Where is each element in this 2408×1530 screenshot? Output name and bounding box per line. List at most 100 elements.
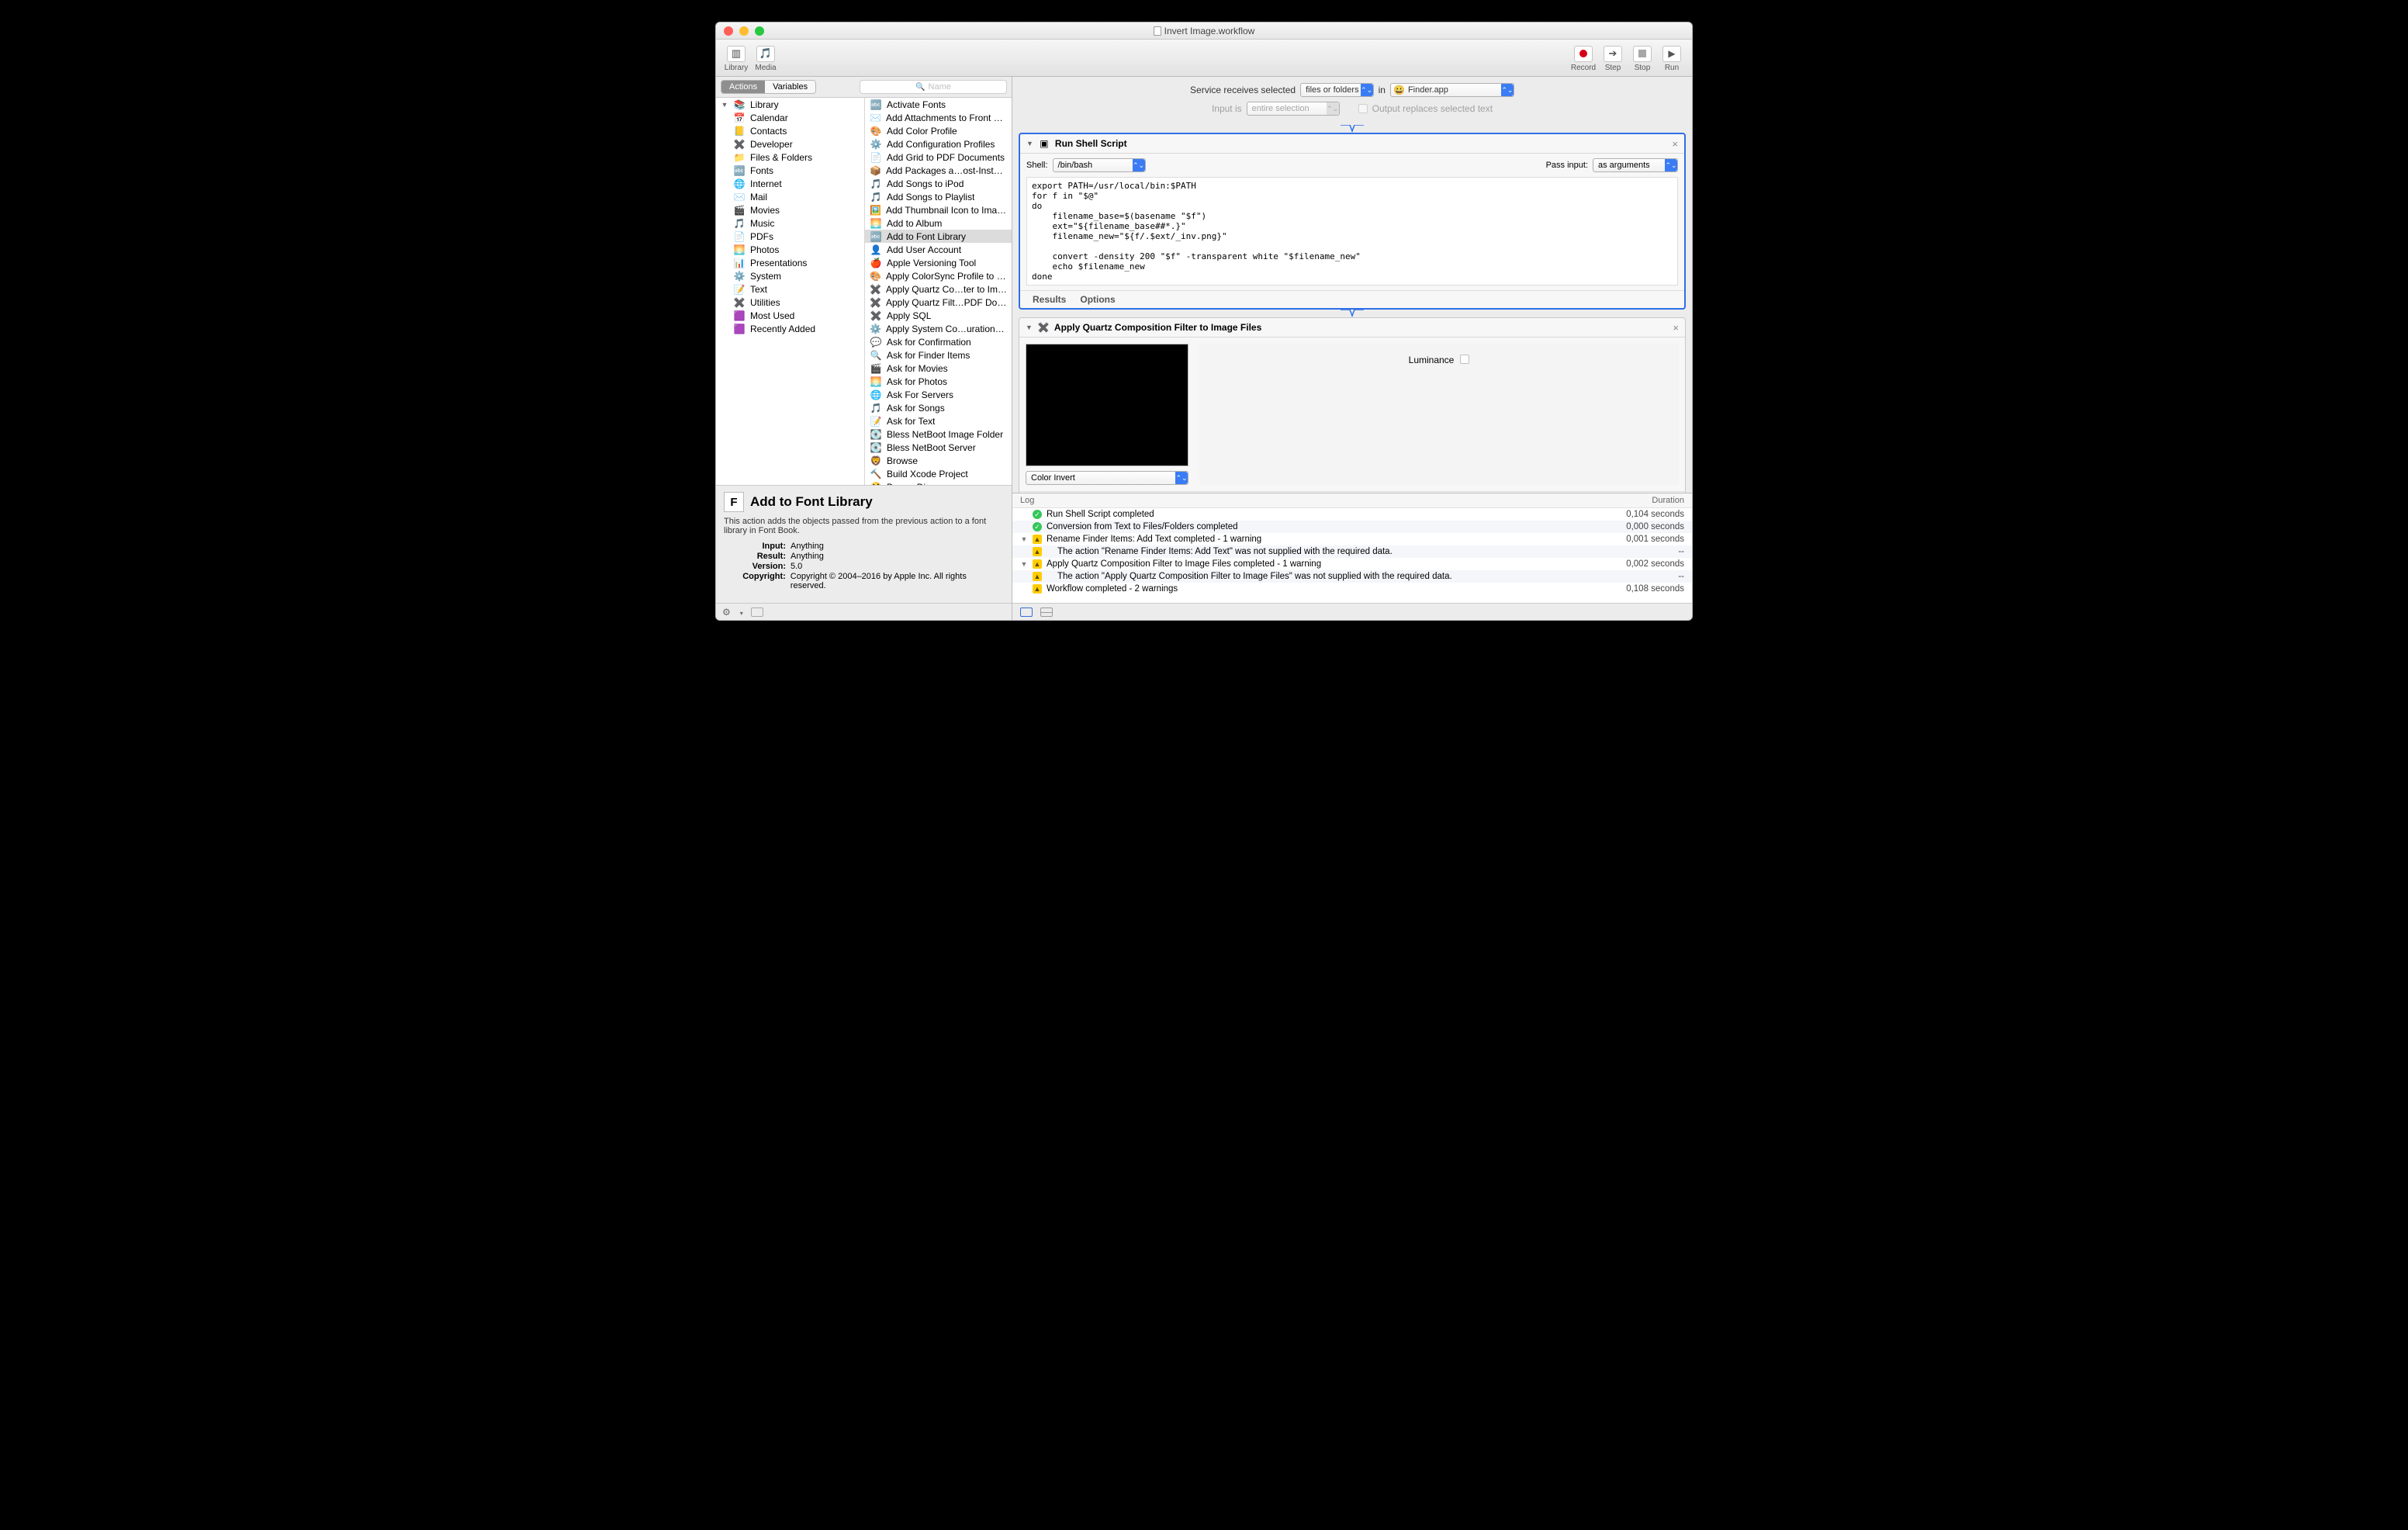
pass-input-select[interactable]: as arguments⌃⌄	[1593, 158, 1678, 172]
variables-view-button[interactable]	[1040, 608, 1053, 617]
record-button[interactable]: Record	[1569, 44, 1597, 72]
action-icon: 📄	[870, 151, 882, 164]
tab-actions[interactable]: Actions	[721, 81, 765, 93]
action-add-songs-to-ipod[interactable]: 🎵Add Songs to iPod	[865, 177, 1012, 190]
options-tab[interactable]: Options	[1080, 294, 1115, 305]
shell-script-textarea[interactable]: export PATH=/usr/local/bin:$PATH for f i…	[1026, 177, 1678, 286]
category-utilities[interactable]: ✖️Utilities	[716, 296, 864, 309]
action-add-songs-to-playlist[interactable]: 🎵Add Songs to Playlist	[865, 190, 1012, 203]
search-input[interactable]: Name	[860, 80, 1007, 94]
action-add-packages-a-ost-install-scripts[interactable]: 📦Add Packages a…ost-Install Scripts	[865, 164, 1012, 177]
action-run-shell-script[interactable]: ▼ ▣ Run Shell Script × Shell: /bin/bash⌃…	[1019, 133, 1686, 310]
action-add-thumbnail-icon-to-image-files[interactable]: 🖼️Add Thumbnail Icon to Image Files	[865, 203, 1012, 216]
action-add-configuration-profiles[interactable]: ⚙️Add Configuration Profiles	[865, 137, 1012, 151]
shell-select[interactable]: /bin/bash⌃⌄	[1053, 158, 1146, 172]
category-movies[interactable]: 🎬Movies	[716, 203, 864, 216]
action-apply-quartz-filter[interactable]: ▼ ✖️ Apply Quartz Composition Filter to …	[1019, 317, 1686, 493]
action-apply-sql[interactable]: ✖️Apply SQL	[865, 309, 1012, 322]
stop-button[interactable]: Stop	[1628, 44, 1656, 72]
action-bless-netboot-image-folder[interactable]: 💽Bless NetBoot Image Folder	[865, 428, 1012, 441]
category-presentations[interactable]: 📊Presentations	[716, 256, 864, 269]
remove-action-button[interactable]: ×	[1673, 322, 1679, 334]
category-icon: ✉️	[733, 191, 746, 203]
run-button[interactable]: Run	[1658, 44, 1686, 72]
category-label: Contacts	[750, 126, 787, 137]
categories-column[interactable]: ▼ 📚 Library 📅Calendar📒Contacts✖️Develope…	[716, 98, 865, 485]
actions-variables-segment[interactable]: Actions Variables	[721, 80, 816, 94]
receives-app-select[interactable]: Finder.app⌃⌄	[1390, 83, 1514, 97]
info-meta-row: Copyright:Copyright © 2004–2016 by Apple…	[724, 572, 1004, 590]
disclosure-triangle-icon[interactable]: ▼	[1020, 535, 1028, 543]
action-ask-for-movies[interactable]: 🎬Ask for Movies	[865, 362, 1012, 375]
action-label: Add User Account	[887, 244, 961, 255]
log-row[interactable]: The action "Rename Finder Items: Add Tex…	[1012, 545, 1692, 558]
log-row[interactable]: The action "Apply Quartz Composition Fil…	[1012, 570, 1692, 583]
action-activate-fonts[interactable]: 🔤Activate Fonts	[865, 98, 1012, 111]
action-add-grid-to-pdf-documents[interactable]: 📄Add Grid to PDF Documents	[865, 151, 1012, 164]
titlebar[interactable]: Invert Image.workflow	[716, 22, 1692, 40]
category-fonts[interactable]: 🔤Fonts	[716, 164, 864, 177]
editor-view-button[interactable]	[1020, 608, 1033, 617]
expand-pane-button[interactable]	[751, 608, 763, 617]
category-system[interactable]: ⚙️System	[716, 269, 864, 282]
remove-action-button[interactable]: ×	[1672, 138, 1678, 150]
action-add-user-account[interactable]: 👤Add User Account	[865, 243, 1012, 256]
log-row[interactable]: Workflow completed - 2 warnings0,108 sec…	[1012, 583, 1692, 595]
log-text: Workflow completed - 2 warnings	[1047, 584, 1178, 594]
action-ask-for-servers[interactable]: 🌐Ask For Servers	[865, 388, 1012, 401]
action-add-attachments-to-front-message[interactable]: ✉️Add Attachments to Front Message	[865, 111, 1012, 124]
tab-variables[interactable]: Variables	[765, 81, 815, 93]
action-ask-for-photos[interactable]: 🌅Ask for Photos	[865, 375, 1012, 388]
category-calendar[interactable]: 📅Calendar	[716, 111, 864, 124]
results-tab[interactable]: Results	[1033, 294, 1066, 305]
action-ask-for-text[interactable]: 📝Ask for Text	[865, 414, 1012, 428]
action-bless-netboot-server[interactable]: 💽Bless NetBoot Server	[865, 441, 1012, 454]
disclosure-triangle-icon[interactable]: ▼	[721, 101, 728, 109]
quartz-filter-select[interactable]: Color Invert⌃⌄	[1026, 471, 1188, 485]
category-files-folders[interactable]: 📁Files & Folders	[716, 151, 864, 164]
log-row[interactable]: ▼Rename Finder Items: Add Text completed…	[1012, 533, 1692, 545]
action-apply-quartz-co-ter-to-image-files[interactable]: ✖️Apply Quartz Co…ter to Image Files	[865, 282, 1012, 296]
action-ask-for-finder-items[interactable]: 🔍Ask for Finder Items	[865, 348, 1012, 362]
actions-column[interactable]: 🔤Activate Fonts✉️Add Attachments to Fron…	[865, 98, 1012, 485]
action-add-to-font-library[interactable]: 🔤Add to Font Library	[865, 230, 1012, 243]
gear-menu-chevron-icon[interactable]	[739, 607, 743, 618]
smart-group-most-used[interactable]: 🟪Most Used	[716, 309, 864, 322]
category-internet[interactable]: 🌐Internet	[716, 177, 864, 190]
library-button[interactable]: ▥Library	[722, 44, 750, 72]
luminance-checkbox[interactable]	[1460, 355, 1469, 364]
log-row[interactable]: ✓Run Shell Script completed0,104 seconds	[1012, 508, 1692, 521]
action-ask-for-confirmation[interactable]: 💬Ask for Confirmation	[865, 335, 1012, 348]
action-apply-quartz-filt-pdf-documents[interactable]: ✖️Apply Quartz Filt…PDF Documents	[865, 296, 1012, 309]
log-row[interactable]: ▼Apply Quartz Composition Filter to Imag…	[1012, 558, 1692, 570]
action-apple-versioning-tool[interactable]: 🍎Apple Versioning Tool	[865, 256, 1012, 269]
log-rows[interactable]: ✓Run Shell Script completed0,104 seconds…	[1012, 508, 1692, 603]
disclosure-triangle-icon[interactable]: ▼	[1020, 560, 1028, 568]
category-photos[interactable]: 🌅Photos	[716, 243, 864, 256]
action-apply-system-co-uration-settings[interactable]: ⚙️Apply System Co…uration Settings	[865, 322, 1012, 335]
category-contacts[interactable]: 📒Contacts	[716, 124, 864, 137]
action-add-to-album[interactable]: 🌅Add to Album	[865, 216, 1012, 230]
action-label: Add Songs to iPod	[887, 178, 964, 189]
step-button[interactable]: Step	[1599, 44, 1627, 72]
smart-group-recently-added[interactable]: 🟪Recently Added	[716, 322, 864, 335]
category-developer[interactable]: ✖️Developer	[716, 137, 864, 151]
receives-type-select[interactable]: files or folders⌃⌄	[1300, 83, 1373, 97]
shell-label: Shell:	[1026, 161, 1048, 170]
category-text[interactable]: 📝Text	[716, 282, 864, 296]
category-music[interactable]: 🎵Music	[716, 216, 864, 230]
gear-icon[interactable]	[722, 607, 731, 618]
disclosure-triangle-icon[interactable]: ▼	[1026, 324, 1033, 331]
library-root[interactable]: ▼ 📚 Library	[716, 98, 864, 111]
action-ask-for-songs[interactable]: 🎵Ask for Songs	[865, 401, 1012, 414]
action-add-color-profile[interactable]: 🎨Add Color Profile	[865, 124, 1012, 137]
workflow-canvas[interactable]: ▼ ▣ Run Shell Script × Shell: /bin/bash⌃…	[1012, 120, 1692, 493]
action-browse[interactable]: 🦁Browse	[865, 454, 1012, 467]
disclosure-triangle-icon[interactable]: ▼	[1026, 140, 1033, 147]
category-mail[interactable]: ✉️Mail	[716, 190, 864, 203]
action-build-xcode-project[interactable]: 🔨Build Xcode Project	[865, 467, 1012, 480]
category-pdfs[interactable]: 📄PDFs	[716, 230, 864, 243]
log-row[interactable]: ✓Conversion from Text to Files/Folders c…	[1012, 521, 1692, 533]
action-apply-colorsync-profile-to-images[interactable]: 🎨Apply ColorSync Profile to Images	[865, 269, 1012, 282]
media-button[interactable]: 🎵Media	[752, 44, 780, 72]
